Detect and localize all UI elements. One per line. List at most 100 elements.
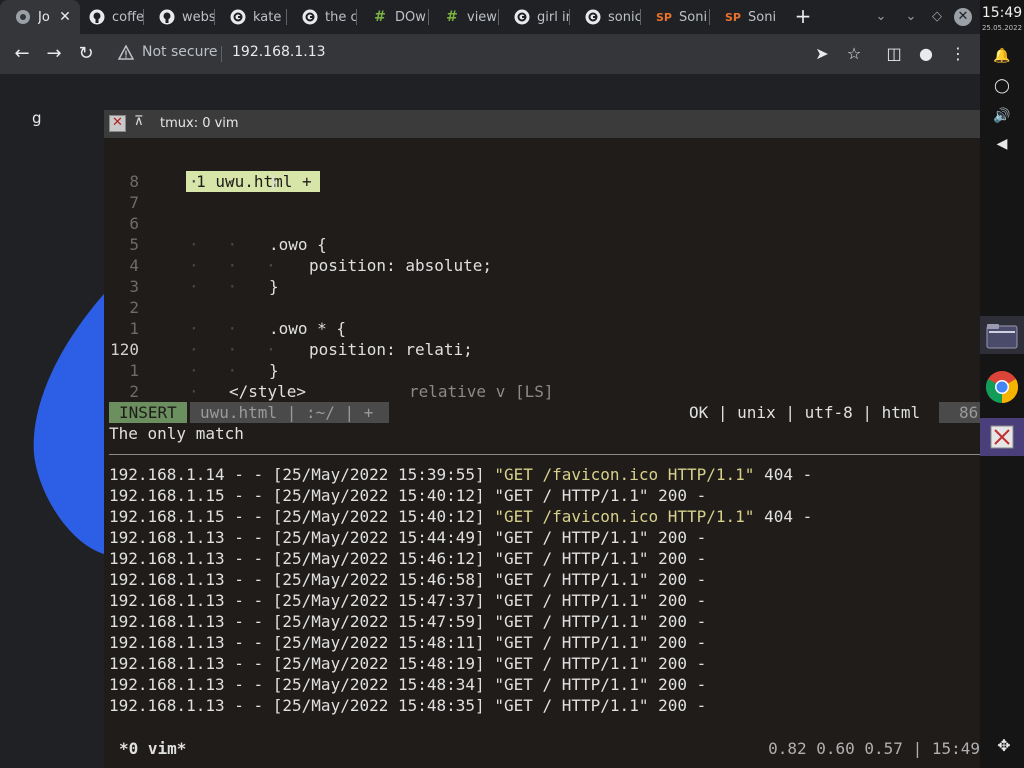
log-separator: - - [224, 654, 273, 673]
window-close-icon[interactable]: ✕ [109, 115, 126, 132]
code-line[interactable]: 3 · ·} [109, 276, 980, 297]
security-label[interactable]: Not secure [142, 44, 218, 60]
new-tab-button[interactable]: + [792, 6, 814, 28]
launcher-files[interactable] [980, 316, 1024, 354]
tab-7[interactable]: girl ir [499, 0, 570, 34]
tab-8[interactable]: sonic [570, 0, 641, 34]
code-line[interactable]: 8 · ·} [109, 171, 980, 192]
status-file: uwu.html | :~/ | + [190, 402, 389, 423]
log-separator [754, 507, 764, 526]
code-line[interactable]: 6 [109, 213, 980, 234]
profile-icon[interactable]: ● [914, 42, 938, 66]
speaker-icon[interactable]: 🔊 [992, 106, 1012, 126]
log-status: 200 - [658, 528, 707, 547]
diamond-icon[interactable]: ◇ [928, 8, 946, 26]
side-panel-icon[interactable]: ◫ [882, 42, 906, 66]
code-text[interactable]: } [269, 171, 279, 192]
code-line[interactable]: 2 [109, 297, 980, 318]
log-line: 192.168.1.13 - - [25/May/2022 15:44:49] … [109, 527, 812, 548]
terminal-window[interactable]: ✕ ⊼ tmux: 0 vim 1 uwu.html + 8 · ·} 7 6 5 · ·… [104, 110, 980, 768]
google-icon [230, 9, 246, 25]
url-text[interactable]: 192.168.1.13 [232, 44, 326, 60]
code-text[interactable]: .owo * { [269, 318, 346, 339]
tab-search-icon[interactable]: ⌄ [872, 8, 890, 26]
code-line[interactable]: 1 · ·} [109, 360, 980, 381]
code-line[interactable]: 4 · · · position: absolute; [109, 255, 980, 276]
code-text[interactable]: } [269, 360, 279, 381]
bookmark-star-icon[interactable]: ☆ [842, 42, 866, 66]
code-text[interactable]: </style> [229, 381, 306, 402]
panel-clock[interactable]: 15:49 [980, 5, 1024, 21]
log-date: [25/May/2022 15:48:35] [272, 696, 485, 715]
log-request: "GET / HTTP/1.1" [494, 591, 649, 610]
tab-close-icon[interactable]: ✕ [58, 9, 72, 25]
bell-icon[interactable]: 🔔 [992, 46, 1012, 66]
forward-button[interactable]: → [42, 42, 66, 66]
server-log[interactable]: 192.168.1.14 - - [25/May/2022 15:39:55] … [109, 464, 812, 716]
log-ip: 192.168.1.13 [109, 549, 225, 568]
tab-2[interactable]: webs [144, 0, 215, 34]
reload-button[interactable]: ↻ [74, 42, 98, 66]
log-date: [25/May/2022 15:48:19] [272, 654, 485, 673]
tab-3[interactable]: kate [215, 0, 287, 34]
collapse-arrow-icon[interactable]: ◀ [992, 134, 1012, 154]
pane-separator[interactable] [109, 454, 980, 455]
tab-10[interactable]: SP Soni [710, 0, 782, 34]
line-number: 5 [129, 235, 139, 254]
tab-separator [356, 9, 357, 25]
log-request: "GET / HTTP/1.1" [494, 549, 649, 568]
indent-guides: · · [189, 172, 238, 191]
address-bar[interactable]: Not secure 192.168.1.13 [108, 38, 878, 68]
google-icon [585, 9, 601, 25]
log-line: 192.168.1.13 - - [25/May/2022 15:48:11] … [109, 632, 812, 653]
send-icon[interactable]: ➤ [810, 42, 834, 66]
code-text[interactable]: position: relati; [309, 339, 473, 360]
tab-9[interactable]: SP Soni [641, 0, 710, 34]
log-separator [485, 486, 495, 505]
code-line[interactable]: 5 · · .owo { [109, 234, 980, 255]
log-separator: - - [224, 528, 273, 547]
code-text[interactable]: } [269, 276, 279, 297]
code-text[interactable]: .owo { [269, 234, 327, 255]
back-button[interactable]: ← [10, 42, 34, 66]
log-status: 200 - [658, 696, 707, 715]
log-status: 200 - [658, 570, 707, 589]
log-status: 404 - [764, 465, 813, 484]
log-status: 200 - [658, 612, 707, 631]
chevron-down-icon[interactable]: ⌄ [902, 8, 920, 26]
line-number: 120 [110, 340, 139, 359]
tab-0[interactable]: Jo ✕ [0, 0, 80, 34]
tab-4[interactable]: the c [287, 0, 357, 34]
blue-sphere-shape [33, 294, 104, 554]
tab-separator [143, 9, 144, 25]
log-separator [648, 633, 658, 652]
tab-1[interactable]: coffe [74, 0, 144, 34]
fullscreen-icon[interactable]: ✥ [992, 734, 1016, 758]
code-text[interactable]: position: absolute; [309, 255, 492, 276]
log-ip: 192.168.1.13 [109, 612, 225, 631]
tmux-window-name[interactable]: *0 vim* [119, 738, 186, 759]
tab-5[interactable]: # DOw [357, 0, 429, 34]
log-separator [485, 696, 495, 715]
log-request: "GET / HTTP/1.1" [494, 486, 649, 505]
log-date: [25/May/2022 15:46:58] [272, 570, 485, 589]
log-request: "GET / HTTP/1.1" [494, 675, 649, 694]
close-window-icon[interactable]: ✕ [954, 8, 972, 26]
code-line[interactable]: 1 · · .owo * { [109, 318, 980, 339]
launcher-chrome[interactable] [980, 368, 1024, 406]
tab-label: Jo [38, 9, 50, 25]
window-titlebar[interactable]: ✕ ⊼ tmux: 0 vim [104, 110, 980, 138]
lightbulb-icon[interactable]: ◯ [992, 76, 1012, 96]
tab-label: view [467, 9, 497, 25]
code-line[interactable]: 120 · · · position: relati; [109, 339, 980, 360]
tab-separator [640, 9, 641, 25]
terminal-content[interactable]: 1 uwu.html + 8 · ·} 7 6 5 · · .owo {4 · · · posi… [109, 150, 980, 758]
tab-label: DOw [395, 9, 426, 25]
window-shade-icon[interactable]: ⊼ [134, 114, 144, 129]
code-line[interactable]: 7 [109, 192, 980, 213]
tab-6[interactable]: # view [429, 0, 499, 34]
warning-icon [118, 45, 134, 60]
launcher-close[interactable] [980, 418, 1024, 456]
menu-icon[interactable]: ⋮ [946, 42, 970, 66]
log-separator [648, 612, 658, 631]
